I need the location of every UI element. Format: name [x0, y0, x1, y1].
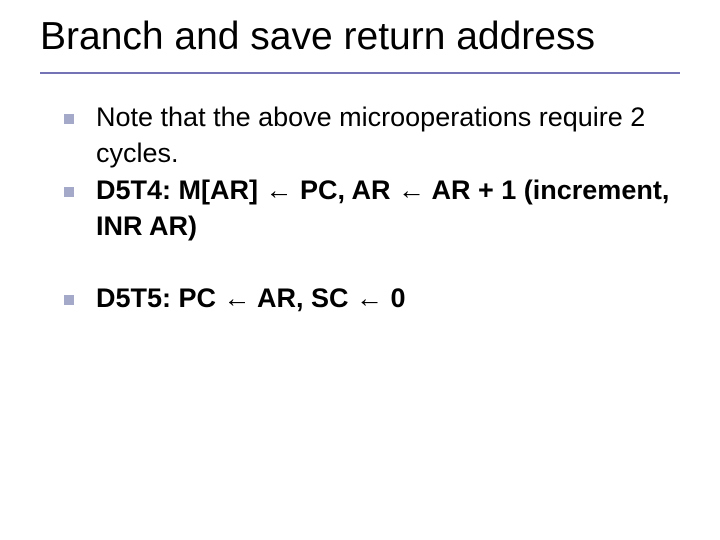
list-item: Note that the above microoperations requ…	[64, 100, 680, 171]
slide: Branch and save return address Note that…	[0, 0, 720, 540]
list-item: D5T5: PC ← AR, SC ← 0	[64, 281, 680, 317]
blank-line	[64, 247, 680, 281]
bullet-text: D5T5: PC ← AR, SC ← 0	[96, 281, 680, 317]
bullet-text: D5T4: M[AR] ← PC, AR ← AR + 1 (increment…	[96, 173, 680, 244]
square-bullet-icon	[64, 295, 74, 305]
slide-title: Branch and save return address	[40, 14, 680, 60]
square-bullet-icon	[64, 187, 74, 197]
list-item: D5T4: M[AR] ← PC, AR ← AR + 1 (increment…	[64, 173, 680, 244]
slide-body: Note that the above microoperations requ…	[40, 100, 680, 316]
bullet-text: Note that the above microoperations requ…	[96, 100, 680, 171]
square-bullet-icon	[64, 114, 74, 124]
title-underline	[40, 72, 680, 74]
